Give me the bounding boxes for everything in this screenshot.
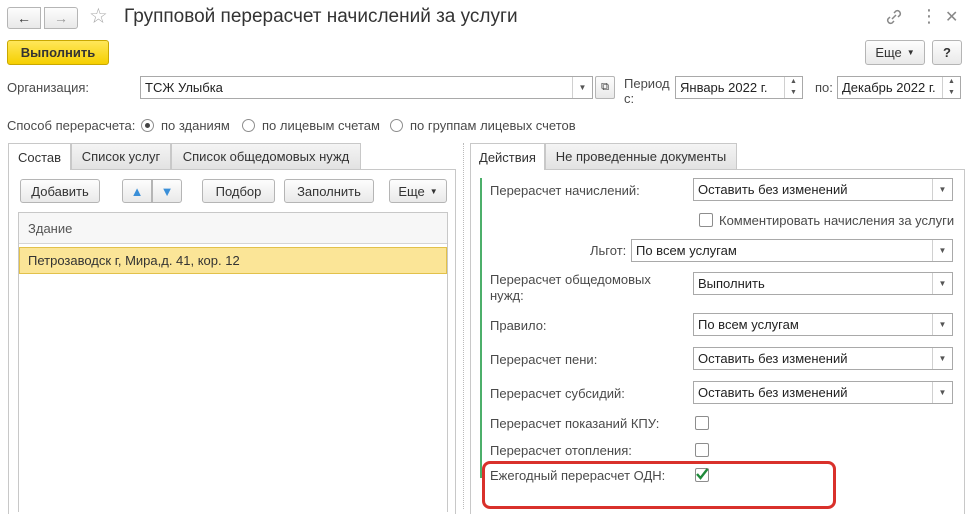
dropdown-chevron-icon[interactable]: ▼ [932,348,952,369]
radio-by-accounts[interactable] [242,119,255,132]
organization-label: Организация: [7,80,90,95]
dropdown-chevron-icon[interactable]: ▼ [572,77,592,98]
dropdown-chevron-icon[interactable]: ▼ [932,382,952,403]
left-more-label: Еще [398,183,425,199]
table-header: Здание [19,213,447,244]
comment-charges-checkbox[interactable] [699,213,713,227]
close-icon[interactable]: ✕ [945,7,958,27]
period-from-spinner[interactable]: ▲ ▼ [784,77,802,98]
column-header-building: Здание [28,220,73,236]
tab-unposted-documents[interactable]: Не проведенные документы [545,143,737,169]
more-vertical-icon[interactable]: ⋮ [920,6,938,27]
panel-divider [463,143,464,509]
period-from-field[interactable]: Январь 2022 г. ▲ ▼ [675,76,803,99]
period-from-label: Период с: [624,76,670,106]
highlight-annotation [482,461,836,509]
rule-field[interactable]: По всем услугам ▼ [693,313,953,336]
help-button[interactable]: ? [932,40,962,65]
add-button[interactable]: Добавить [20,179,100,203]
recalc-charges-value: Оставить без изменений [698,182,848,197]
fill-button[interactable]: Заполнить [284,179,374,203]
arrow-down-icon: ▼ [160,183,174,199]
kpu-label: Перерасчет показаний КПУ: [490,416,660,431]
chevron-down-icon: ▼ [429,186,438,196]
heating-label: Перерасчет отопления: [490,443,632,458]
penalty-field[interactable]: Оставить без изменений ▼ [693,347,953,370]
rule-value: По всем услугам [698,317,799,332]
dropdown-chevron-icon[interactable]: ▼ [932,273,952,294]
execute-button[interactable]: Выполнить [7,40,109,65]
subsidy-value: Оставить без изменений [698,385,848,400]
table-cell-building: Петрозаводск г, Мира,д. 41, кор. 12 [28,253,240,268]
tab-composition[interactable]: Состав [8,143,71,170]
period-to-spinner[interactable]: ▲ ▼ [942,77,960,98]
period-from-value: Январь 2022 г. [680,80,768,95]
organization-value: ТСЖ Улыбка [145,80,223,95]
dropdown-chevron-icon[interactable]: ▼ [932,314,952,335]
buildings-table: Здание Петрозаводск г, Мира,д. 41, кор. … [18,212,448,512]
radio-by-accounts-label[interactable]: по лицевым счетам [262,118,380,133]
penalty-label: Перерасчет пени: [490,352,598,367]
kpu-checkbox[interactable] [695,416,709,430]
pick-button[interactable]: Подбор [202,179,275,203]
open-window-icon: ⧉ [601,81,609,93]
window-title: Групповой перерасчет начислений за услуг… [124,6,518,27]
recalc-charges-field[interactable]: Оставить без изменений ▼ [693,178,953,201]
back-button[interactable]: ← [7,7,41,29]
rule-label: Правило: [490,318,547,333]
benefits-field[interactable]: По всем услугам ▼ [631,239,953,262]
radio-by-buildings-label[interactable]: по зданиям [161,118,230,133]
radio-by-account-groups-label[interactable]: по группам лицевых счетов [410,118,576,133]
forward-button[interactable]: → [44,7,78,29]
subsidy-label: Перерасчет субсидий: [490,386,625,401]
left-more-button[interactable]: Еще ▼ [389,179,447,203]
organization-field[interactable]: ТСЖ Улыбка ▼ [140,76,593,99]
recalc-charges-label: Перерасчет начислений: [490,183,640,198]
benefits-label: Льгот: [590,243,627,258]
move-up-button[interactable]: ▲ [122,179,152,203]
arrow-left-icon: ← [17,10,31,26]
link-icon[interactable] [885,8,903,26]
recalc-method-label: Способ перерасчета: [7,118,136,133]
penalty-value: Оставить без изменений [698,351,848,366]
subsidy-field[interactable]: Оставить без изменений ▼ [693,381,953,404]
favorite-star-icon[interactable]: ☆ [89,4,108,29]
table-row[interactable]: Петрозаводск г, Мира,д. 41, кор. 12 [19,247,447,274]
period-to-field[interactable]: Декабрь 2022 г. ▲ ▼ [837,76,961,99]
dropdown-chevron-icon[interactable]: ▼ [932,240,952,261]
common-needs-value: Выполнить [698,276,765,291]
tab-common-needs-list[interactable]: Список общедомовых нужд [171,143,361,169]
open-organization-button[interactable]: ⧉ [595,76,615,99]
dropdown-chevron-icon[interactable]: ▼ [932,179,952,200]
common-needs-field[interactable]: Выполнить ▼ [693,272,953,295]
radio-by-buildings[interactable] [141,119,154,132]
benefits-value: По всем услугам [636,243,737,258]
radio-by-account-groups[interactable] [390,119,403,132]
period-to-value: Декабрь 2022 г. [842,80,936,95]
heating-checkbox[interactable] [695,443,709,457]
move-down-button[interactable]: ▼ [152,179,182,203]
more-button[interactable]: Еще ▼ [865,40,925,65]
arrow-up-icon: ▲ [130,183,144,199]
green-group-bar [480,178,482,478]
chevron-down-icon: ▼ [906,48,915,57]
comment-charges-label[interactable]: Комментировать начисления за услуги [719,213,954,228]
arrow-right-icon: → [54,10,68,26]
tab-actions[interactable]: Действия [470,143,545,170]
more-button-label: Еще [875,45,902,60]
tab-services-list[interactable]: Список услуг [71,143,171,169]
common-needs-label: Перерасчет общедомовых нужд: [490,272,651,303]
period-to-label: по: [815,80,833,95]
